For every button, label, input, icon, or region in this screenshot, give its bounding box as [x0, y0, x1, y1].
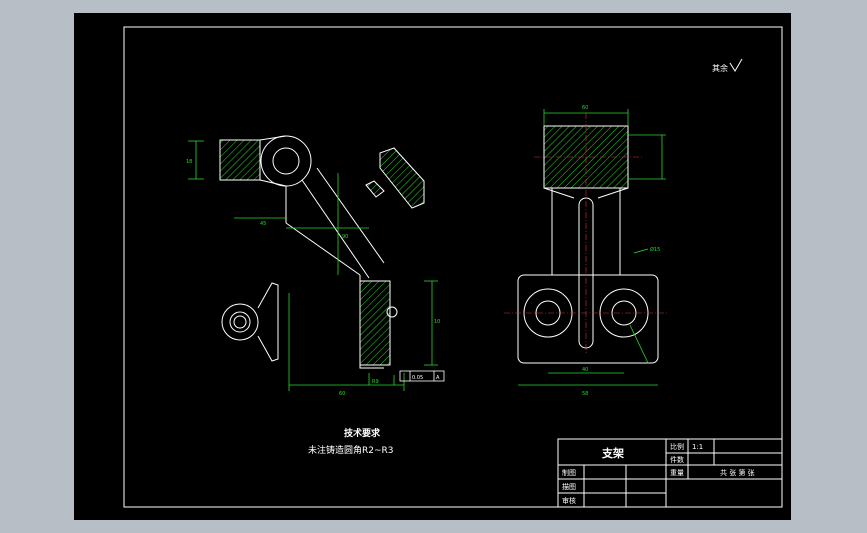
- svg-text:40: 40: [582, 367, 588, 373]
- inner-frame: [123, 26, 783, 508]
- svg-text:60: 60: [339, 391, 345, 397]
- svg-text:R9: R9: [372, 379, 379, 385]
- local-view: [221, 282, 279, 362]
- svg-text:共 张 第 张: 共 张 第 张: [720, 468, 755, 477]
- svg-text:制图: 制图: [562, 468, 576, 477]
- svg-text:A: A: [436, 375, 440, 381]
- svg-text:Ø15: Ø15: [650, 246, 660, 253]
- svg-text:比例: 比例: [670, 442, 684, 451]
- svg-text:0.05: 0.05: [412, 375, 423, 381]
- svg-text:重量: 重量: [670, 469, 684, 477]
- svg-text:10: 10: [434, 319, 440, 325]
- main-view: [219, 135, 425, 369]
- roughness-symbol-icon: [729, 58, 743, 72]
- svg-text:技术要求: 技术要求: [344, 427, 381, 439]
- side-view: [517, 125, 659, 364]
- svg-text:件数: 件数: [670, 455, 684, 464]
- technical-requirements: 技术要求 未注铸造圆角R2~R3: [308, 427, 394, 456]
- tolerance-frame: 0.05 A: [399, 370, 445, 382]
- title-block-text: 支架 比例 1:1 件数 重量 共 张 第 张 制图 描图 审核: [562, 442, 755, 505]
- svg-text:90: 90: [342, 234, 348, 240]
- svg-text:60: 60: [582, 105, 588, 111]
- drawing-sheet: 其余 18 45 90 60 10 R9 0.05 A 60 Ø15 40 58…: [74, 13, 791, 520]
- svg-text:1:1: 1:1: [692, 443, 703, 451]
- svg-text:描图: 描图: [562, 482, 576, 491]
- svg-text:58: 58: [582, 391, 588, 397]
- svg-text:未注铸造圆角R2~R3: 未注铸造圆角R2~R3: [308, 444, 394, 456]
- svg-text:支架: 支架: [601, 446, 624, 460]
- roughness-note: 其余: [712, 58, 743, 73]
- svg-text:审核: 审核: [562, 496, 576, 505]
- svg-text:45: 45: [260, 221, 266, 227]
- svg-text:18: 18: [186, 159, 192, 165]
- cad-drawing: 其余 18 45 90 60 10 R9 0.05 A 60 Ø15 40 58…: [123, 26, 783, 508]
- svg-text:其余: 其余: [712, 63, 728, 73]
